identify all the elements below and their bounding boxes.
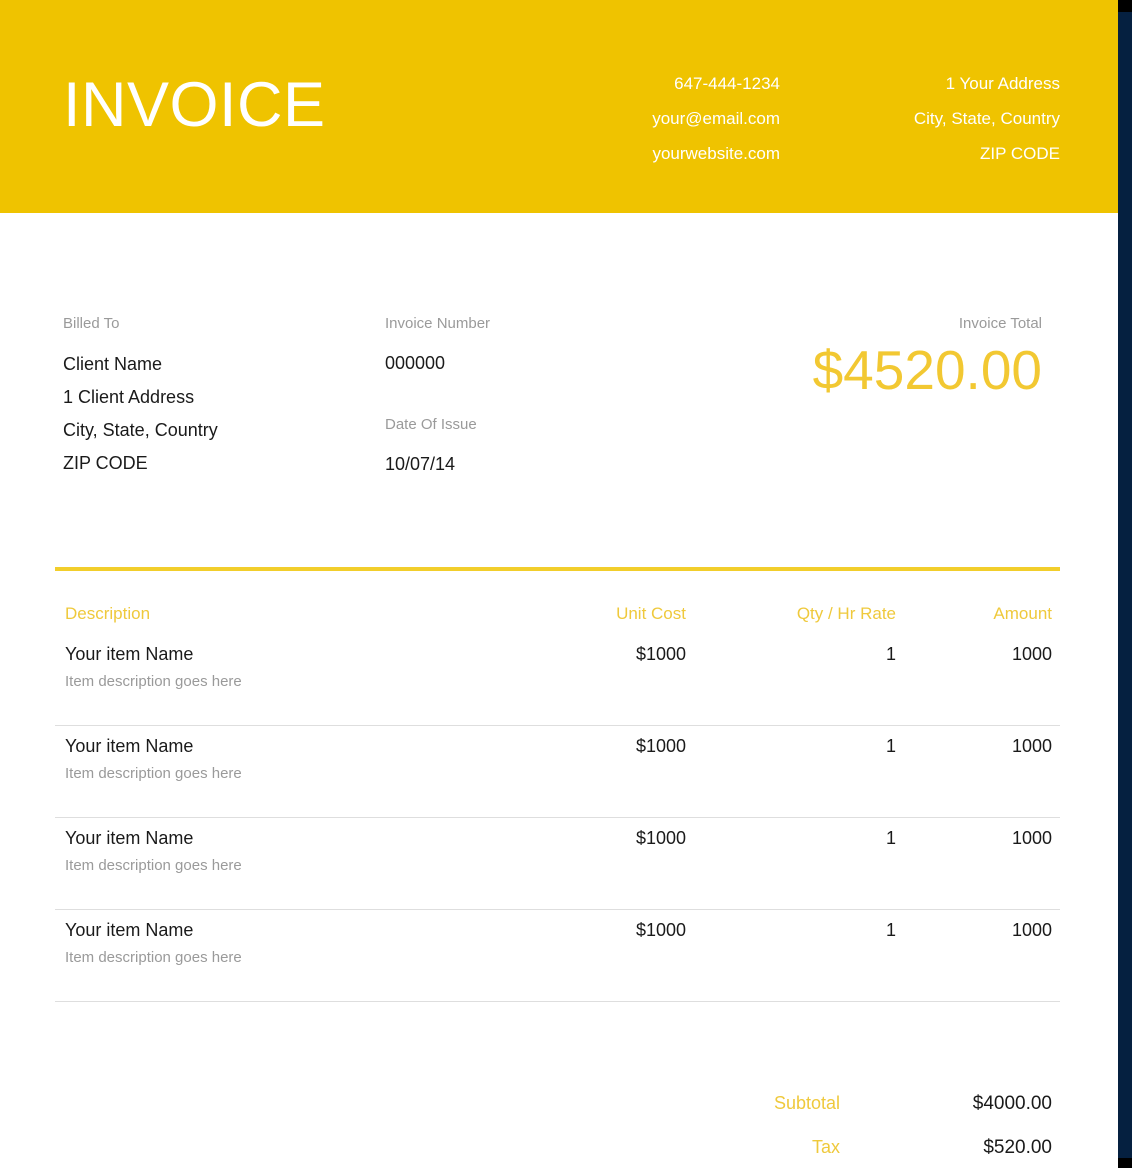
- page-title: INVOICE: [63, 70, 326, 140]
- column-header-amount: Amount: [993, 604, 1052, 623]
- date-of-issue-value: 10/07/14: [385, 454, 456, 474]
- header-address-zip: ZIP CODE: [980, 144, 1060, 163]
- items-table: Description Unit Cost Qty / Hr Rate Amou…: [55, 567, 1060, 1002]
- header-contact-block: 647-444-1234 your@email.com yourwebsite.…: [500, 66, 780, 171]
- subtotal-value: $4000.00: [972, 1093, 1052, 1114]
- date-of-issue-section: Date Of Issue 10/07/14: [385, 415, 645, 481]
- date-of-issue-label: Date Of Issue: [385, 416, 477, 433]
- right-edge-bottom-cap: [1118, 1158, 1132, 1168]
- header-phone: 647-444-1234: [674, 74, 780, 93]
- table-row: Your item Name Item description goes her…: [55, 634, 1060, 726]
- header-address-line1: 1 Your Address: [945, 74, 1060, 93]
- invoice-total-amount: $4520.00: [812, 339, 1042, 401]
- invoice-total-label: Invoice Total: [958, 315, 1042, 332]
- header-email: your@email.com: [652, 109, 780, 128]
- item-amount: 1000: [1011, 828, 1052, 848]
- invoice-sheet: INVOICE 647-444-1234 your@email.com your…: [0, 0, 1118, 1168]
- right-edge-strip: [1118, 0, 1132, 1168]
- item-description: Item description goes here: [65, 673, 242, 690]
- item-amount: 1000: [1011, 920, 1052, 940]
- right-edge-top-cap: [1118, 0, 1132, 12]
- subtotal-row: Subtotal $4000.00: [55, 1093, 1060, 1137]
- client-address: 1 Client Address: [63, 387, 195, 407]
- billed-to-label: Billed To: [63, 315, 120, 332]
- header-address-line2: City, State, Country: [913, 109, 1060, 128]
- invoice-number-value: 000000: [385, 353, 446, 373]
- invoice-page: INVOICE 647-444-1234 your@email.com your…: [0, 0, 1132, 1168]
- tax-row: Tax $520.00: [55, 1137, 1060, 1168]
- billed-to-section: Billed To Client Name 1 Client Address C…: [63, 314, 373, 480]
- table-header-row: Description Unit Cost Qty / Hr Rate Amou…: [55, 571, 1060, 634]
- table-row: Your item Name Item description goes her…: [55, 818, 1060, 910]
- item-description: Item description goes here: [65, 949, 242, 966]
- billed-to-value: Client Name 1 Client Address City, State…: [63, 348, 373, 480]
- client-city: City, State, Country: [63, 420, 218, 440]
- invoice-number-section: Invoice Number 000000: [385, 314, 645, 380]
- invoice-total-section: Invoice Total $4520.00: [813, 314, 1042, 400]
- totals-section: Subtotal $4000.00 Tax $520.00: [55, 1093, 1060, 1168]
- header-address-block: 1 Your Address City, State, Country ZIP …: [790, 66, 1060, 171]
- item-amount: 1000: [1011, 644, 1052, 664]
- invoice-number-label: Invoice Number: [385, 315, 491, 332]
- item-amount: 1000: [1011, 736, 1052, 756]
- header-website: yourwebsite.com: [652, 144, 780, 163]
- invoice-header: INVOICE 647-444-1234 your@email.com your…: [0, 0, 1118, 213]
- item-description: Item description goes here: [65, 765, 242, 782]
- item-description: Item description goes here: [65, 857, 242, 874]
- tax-value: $520.00: [983, 1137, 1052, 1158]
- client-zip: ZIP CODE: [63, 453, 148, 473]
- client-name: Client Name: [63, 354, 163, 374]
- table-row: Your item Name Item description goes her…: [55, 910, 1060, 1002]
- table-row: Your item Name Item description goes her…: [55, 726, 1060, 818]
